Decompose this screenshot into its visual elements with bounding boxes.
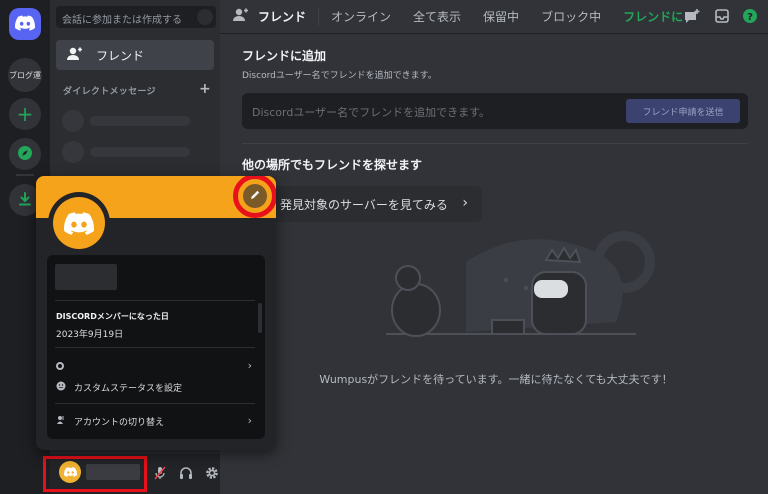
explore-servers-link[interactable]: 発見対象のサーバーを見てみる › xyxy=(242,186,482,222)
new-group-dm-icon[interactable] xyxy=(684,8,702,27)
tab-all[interactable]: 全て表示 xyxy=(413,8,461,25)
add-friend-subtitle: Discordユーザー名でフレンドを追加できます。 xyxy=(242,71,437,81)
tab-pending[interactable]: 保留中 xyxy=(483,8,519,25)
username-redacted xyxy=(86,464,140,480)
profile-card: DISCORDメンバーになった日 2023年9月19日 › カスタムステータスを… xyxy=(47,255,265,439)
tab-add-friend[interactable]: フレンドに xyxy=(623,8,683,25)
page-title: フレンド xyxy=(232,7,306,26)
sidebar-item-friends[interactable]: フレンド xyxy=(56,40,214,70)
server-icon[interactable]: ブログ運 xyxy=(8,58,42,92)
edit-profile-highlight xyxy=(233,176,276,218)
avatar xyxy=(53,197,105,249)
gear-icon[interactable] xyxy=(204,465,220,481)
custom-status-label: カスタムステータスを設定 xyxy=(74,383,183,394)
smile-icon xyxy=(56,381,66,394)
divider xyxy=(242,143,748,144)
rail-divider xyxy=(16,174,34,176)
friends-icon xyxy=(232,7,250,26)
empty-state-text: Wumpusがフレンドを待っています。一緒に待たなくても大丈夫です！ xyxy=(319,373,673,386)
home-button[interactable] xyxy=(9,8,41,40)
explore-label: 発見対象のサーバーを見てみる xyxy=(280,197,448,212)
panel-controls xyxy=(152,465,220,481)
profile-avatar[interactable] xyxy=(48,192,110,254)
dm-placeholder xyxy=(62,110,192,132)
display-name-redacted xyxy=(55,264,117,290)
status-icon xyxy=(56,362,64,370)
chevron-right-icon: › xyxy=(462,195,468,211)
user-panel xyxy=(43,454,220,494)
friends-label: フレンド xyxy=(96,48,145,63)
edit-profile-button[interactable] xyxy=(243,184,267,208)
dm-placeholder xyxy=(62,141,192,163)
explore-servers-button[interactable] xyxy=(9,138,41,170)
custom-status-button[interactable]: カスタムステータスを設定 xyxy=(56,378,256,396)
mute-mic-icon[interactable] xyxy=(152,465,168,481)
tab-online[interactable]: オンライン xyxy=(331,8,391,25)
scrollbar[interactable] xyxy=(258,303,262,333)
divider xyxy=(55,300,255,301)
add-server-button[interactable]: + xyxy=(9,98,41,130)
help-icon[interactable]: ? xyxy=(742,8,758,27)
switch-account-button[interactable]: アカウントの切り替え › xyxy=(56,412,256,430)
member-since-date: 2023年9月19日 xyxy=(56,330,124,340)
dm-header-label: ダイレクトメッセージ xyxy=(63,87,156,97)
divider xyxy=(55,403,255,404)
server-label: ブログ運 xyxy=(9,70,41,80)
divider xyxy=(55,347,255,348)
headphones-icon[interactable] xyxy=(178,465,194,481)
plus-icon: + xyxy=(16,102,34,126)
switch-account-label: アカウントの切り替え xyxy=(74,417,165,428)
dm-section-header: ダイレクトメッセージ + xyxy=(63,81,211,97)
send-friend-request-button[interactable]: フレンド申請を送信 xyxy=(626,99,740,123)
search-input[interactable]: 会話に参加または作成する xyxy=(56,6,216,28)
find-elsewhere-heading: 他の場所でもフレンドを探せます xyxy=(242,158,423,172)
compass-icon xyxy=(17,145,33,164)
chevron-right-icon: › xyxy=(247,359,252,372)
friends-icon xyxy=(66,46,84,65)
add-friend-heading: フレンドに追加 xyxy=(242,49,327,63)
search-placeholder: 会話に参加または作成する xyxy=(62,15,182,26)
member-since-label: DISCORDメンバーになった日 xyxy=(56,312,169,321)
avatar[interactable] xyxy=(59,461,81,483)
tab-blocked[interactable]: ブロック中 xyxy=(541,8,601,25)
status-selector[interactable]: › xyxy=(56,357,256,375)
wumpus-illustration xyxy=(386,231,655,337)
svg-text:?: ? xyxy=(747,12,753,23)
switch-account-icon xyxy=(56,415,66,428)
divider xyxy=(318,7,320,26)
page-title-text: フレンド xyxy=(258,10,307,24)
search-toggle xyxy=(197,9,213,25)
topbar-actions: ? xyxy=(684,8,758,27)
chevron-right-icon: › xyxy=(247,414,252,427)
pencil-icon xyxy=(249,189,261,204)
add-friend-placeholder: Discordユーザー名でフレンドを追加できます。 xyxy=(252,106,491,119)
top-bar: フレンド オンライン 全て表示 保留中 ブロック中 フレンドに ? xyxy=(220,0,768,34)
download-icon xyxy=(18,191,32,209)
discord-logo-icon xyxy=(15,15,36,34)
create-dm-button[interactable]: + xyxy=(199,81,211,97)
profile-popout: DISCORDメンバーになった日 2023年9月19日 › カスタムステータスを… xyxy=(36,176,276,450)
inbox-icon[interactable] xyxy=(714,8,730,27)
add-friend-field[interactable]: Discordユーザー名でフレンドを追加できます。 フレンド申請を送信 xyxy=(242,93,748,129)
add-friend-panel: フレンドに追加 Discordユーザー名でフレンドを追加できます。 Discor… xyxy=(220,35,768,494)
